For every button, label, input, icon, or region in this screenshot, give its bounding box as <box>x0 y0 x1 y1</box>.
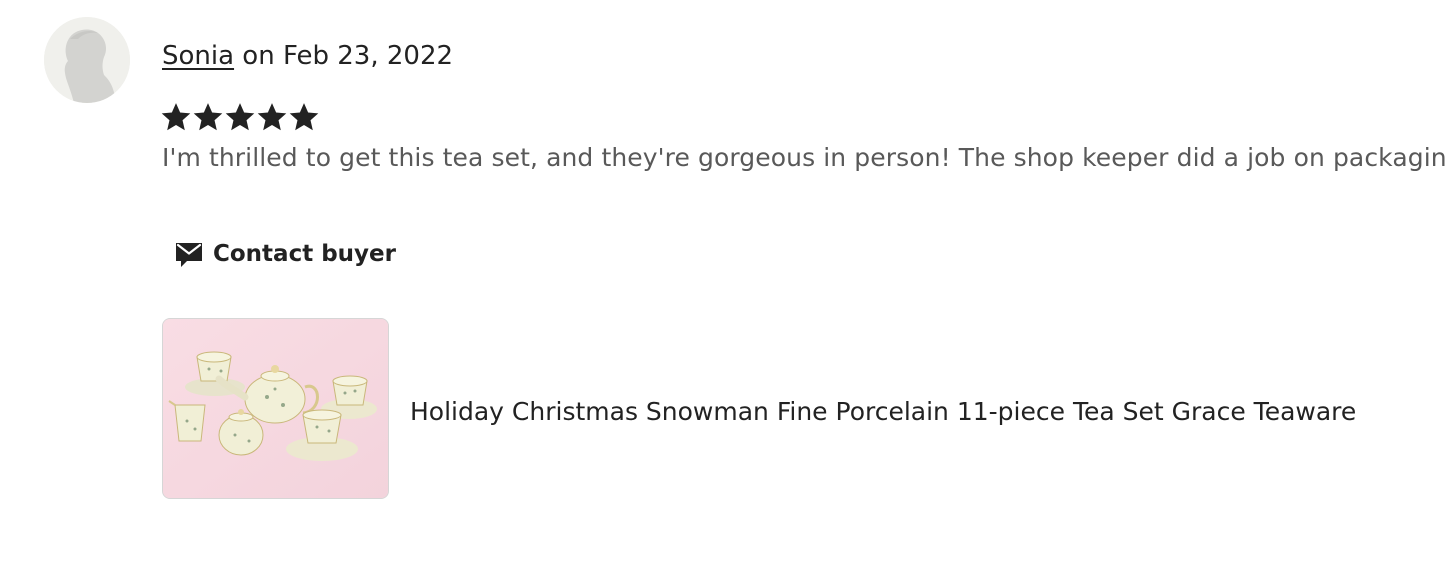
star-icon <box>225 103 255 131</box>
star-icon <box>289 103 319 131</box>
contact-buyer-button[interactable]: Contact buyer <box>162 226 408 282</box>
review-text: I'm thrilled to get this tea set, and th… <box>162 143 1445 172</box>
listing-title-link[interactable]: Holiday Christmas Snowman Fine Porcelain… <box>410 394 1356 430</box>
star-icon <box>193 103 223 131</box>
star-icon <box>161 103 191 131</box>
listing-thumbnail[interactable] <box>162 318 389 499</box>
mail-icon <box>176 243 202 267</box>
contact-buyer-label: Contact buyer <box>213 241 396 267</box>
reviewer-name-link[interactable]: Sonia <box>162 41 234 71</box>
review-date: on Feb 23, 2022 <box>234 41 454 71</box>
tea-set-image <box>163 319 388 498</box>
star-icon <box>257 103 287 131</box>
star-rating <box>160 100 320 134</box>
reviewer-avatar <box>44 17 130 103</box>
review-header: Sonia on Feb 23, 2022 <box>162 38 453 74</box>
person-silhouette-icon <box>44 17 130 103</box>
